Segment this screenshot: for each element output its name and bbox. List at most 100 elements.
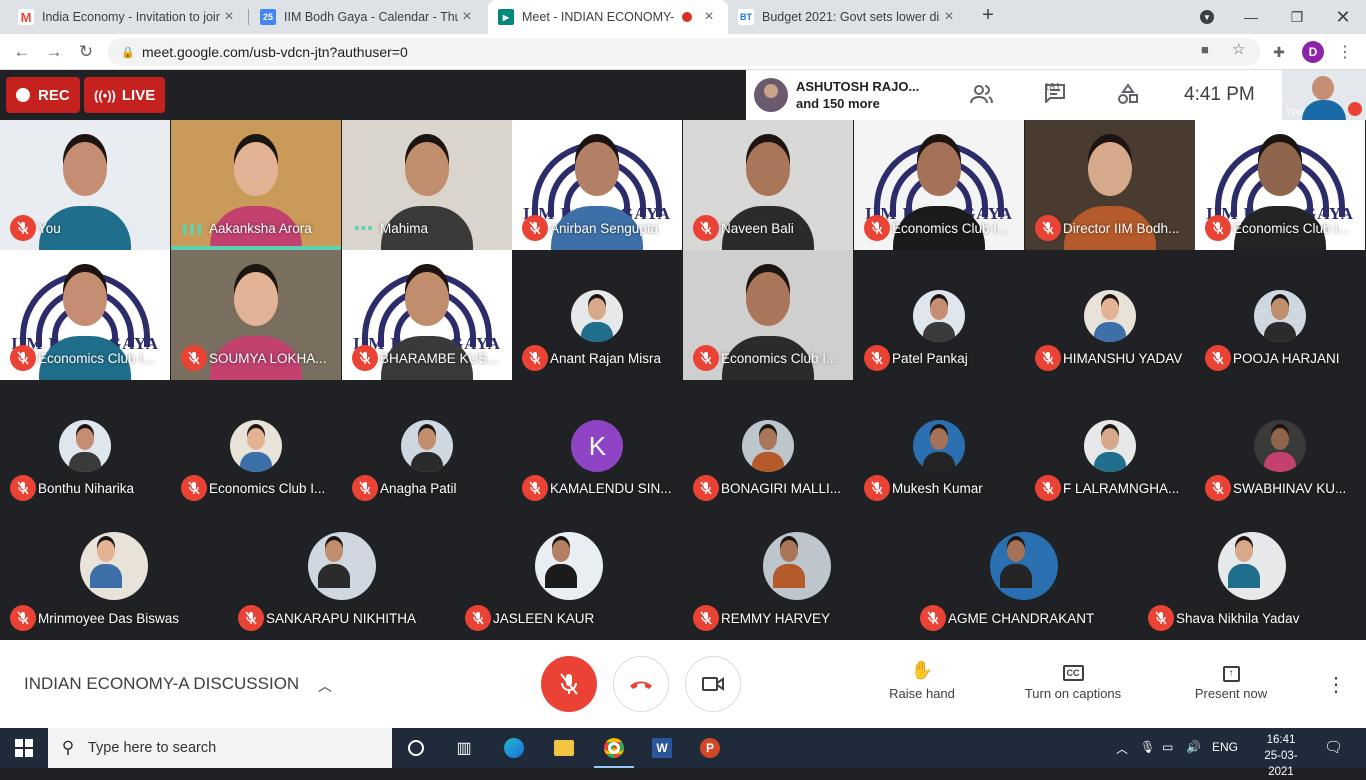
profile-avatar[interactable]: D [1302, 41, 1324, 63]
participant-tile[interactable]: Director IIM Bodh... [1025, 120, 1195, 250]
participant-tile[interactable]: K KAMALENDU SIN... [512, 380, 682, 510]
participant-tile[interactable]: HIMANSHU YADAV [1025, 250, 1195, 380]
tab-search-button[interactable]: ▼ [1184, 0, 1230, 34]
start-button[interactable] [0, 728, 48, 768]
close-tab-icon[interactable]: × [458, 8, 476, 26]
profile-photo-avatar [1254, 420, 1307, 472]
avatar-face [588, 298, 607, 320]
participant-tile[interactable]: Mrinmoyee Das Biswas [0, 510, 227, 640]
notifications-icon[interactable]: 🗨 [1324, 738, 1343, 756]
captions-button[interactable]: CC Turn on captions [1016, 660, 1130, 701]
microphone-toggle-button[interactable] [541, 656, 597, 712]
participant-tile[interactable]: IIM BODH GAYAEconomics Club I... [1195, 120, 1365, 250]
mic-off-icon [693, 215, 719, 241]
cortana-icon[interactable] [404, 736, 428, 760]
present-icon: ↑ [1188, 660, 1274, 686]
participant-tile[interactable]: Anagha Patil [342, 380, 512, 510]
chevron-up-icon[interactable]: ︿ [318, 676, 332, 696]
pinned-presenter[interactable]: ASHUTOSH RAJO... and 150 more [746, 70, 946, 120]
participant-tile[interactable]: Anant Rajan Misra [512, 250, 682, 380]
participant-tile[interactable]: Economics Club I... [171, 380, 341, 510]
camera-toggle-button[interactable] [685, 656, 741, 712]
participant-tile[interactable]: Mahima ••• [342, 120, 512, 250]
participant-tile[interactable]: SWABHINAV KU... [1195, 380, 1365, 510]
tab-budget[interactable]: BT Budget 2021: Govt sets lower dis × [728, 0, 968, 34]
powerpoint-icon[interactable]: P [698, 736, 722, 760]
participant-tile[interactable]: AGME CHANDRAKANT [910, 510, 1137, 640]
taskbar-search-box[interactable]: ⚲ Type here to search [48, 728, 392, 768]
participant-tile[interactable]: Naveen Bali [683, 120, 853, 250]
close-tab-icon[interactable]: × [940, 8, 958, 26]
chrome-icon[interactable] [594, 736, 634, 768]
activities-icon[interactable] [1117, 83, 1139, 111]
present-now-button[interactable]: ↑ Present now [1188, 660, 1274, 701]
participant-tile[interactable]: IIM BODH GAYAEconomics Club I... [854, 120, 1024, 250]
participant-tile[interactable]: IIM BODH GAYAEconomics Club I... [0, 250, 170, 380]
participant-tile[interactable]: IIM BODH GAYABHARAMBE KUS... [342, 250, 512, 380]
volume-icon[interactable]: 🔊 [1186, 740, 1201, 754]
participant-tile[interactable]: POOJA HARJANI [1195, 250, 1365, 380]
close-tab-icon[interactable]: × [220, 8, 238, 26]
close-window-button[interactable]: ✕ [1320, 0, 1366, 34]
close-tab-icon[interactable]: × [700, 8, 718, 26]
forward-button[interactable]: → [42, 40, 66, 64]
participant-tile[interactable]: REMMY HARVEY [683, 510, 910, 640]
browser-menu-icon[interactable]: ⋮ [1334, 41, 1356, 63]
tab-meet[interactable]: ▶ Meet - INDIAN ECONOMY-A × [488, 0, 728, 34]
avatar-body [240, 452, 273, 472]
back-button[interactable]: ← [10, 40, 34, 64]
participant-tile[interactable]: F LALRAMNGHA... [1025, 380, 1195, 510]
restore-button[interactable]: ❐ [1274, 0, 1320, 34]
avatar-face [551, 540, 570, 562]
avatar-face [779, 540, 798, 562]
person-face [63, 272, 107, 326]
self-view-thumbnail[interactable]: You [1282, 70, 1366, 120]
tab-gmail[interactable]: M India Economy - Invitation to join × [8, 0, 248, 34]
participant-tile[interactable]: Economics Club I... [683, 250, 853, 380]
participant-name: F LALRAMNGHA... [1063, 481, 1180, 496]
leave-call-button[interactable] [613, 656, 669, 712]
raise-hand-button[interactable]: ✋ Raise hand [882, 660, 962, 701]
participant-tile[interactable]: SANKARAPU NIKHITHA [228, 510, 455, 640]
new-tab-button[interactable]: + [976, 4, 1000, 27]
address-bar[interactable]: 🔒 meet.google.com/usb-vdcn-jtn?authuser=… [108, 38, 1260, 66]
edge-icon[interactable] [502, 736, 526, 760]
chat-icon[interactable] [1044, 83, 1066, 109]
avatar-face [324, 540, 343, 562]
participant-tile[interactable]: JASLEEN KAUR [455, 510, 682, 640]
participant-tile[interactable]: Aakanksha Arora ▌▌▌ [171, 120, 341, 250]
mic-off-icon [920, 605, 946, 631]
meeting-title[interactable]: INDIAN ECONOMY-A DISCUSSION [24, 674, 299, 694]
chevron-up-icon[interactable]: ︿ [1116, 740, 1128, 757]
participant-tile[interactable]: Bonthu Niharika [0, 380, 170, 510]
camera-in-use-icon[interactable]: ■ [1201, 42, 1209, 57]
profile-photo-avatar [913, 420, 966, 472]
people-icon[interactable] [970, 83, 994, 111]
windows-logo-icon [15, 739, 33, 757]
file-explorer-icon[interactable] [552, 736, 576, 760]
more-options-icon[interactable]: ⋮ [1326, 672, 1346, 697]
participant-tile[interactable]: BONAGIRI MALLI... [683, 380, 853, 510]
system-clock[interactable]: 16:41 25-03-2021 [1258, 732, 1304, 780]
participant-tile[interactable]: Shava Nikhila Yadav [1138, 510, 1365, 640]
mic-off-icon [522, 215, 548, 241]
participant-tile[interactable]: SOUMYA LOKHA... [171, 250, 341, 380]
language-indicator[interactable]: ENG [1212, 740, 1238, 754]
letter-avatar: K [571, 420, 624, 472]
tab-calendar[interactable]: 25 IIM Bodh Gaya - Calendar - Thurs × [250, 0, 486, 34]
minimize-button[interactable]: — [1228, 0, 1274, 34]
hang-up-icon [630, 681, 652, 689]
microphone-tray-icon[interactable]: 🎙 [1140, 740, 1155, 754]
participant-tile[interactable]: Mukesh Kumar [854, 380, 1024, 510]
task-view-icon[interactable]: ▥ [452, 736, 476, 760]
word-icon[interactable]: W [650, 736, 674, 760]
battery-icon[interactable]: ▭ [1162, 740, 1173, 754]
person-face [234, 272, 278, 326]
participant-name: Economics Club I... [38, 351, 155, 366]
reload-button[interactable]: ↻ [74, 40, 98, 64]
participant-tile[interactable]: Patel Pankaj [854, 250, 1024, 380]
participant-tile[interactable]: IIM BODH GAYAAnirban Sengupta [512, 120, 682, 250]
participant-tile[interactable]: You [0, 120, 170, 250]
extensions-icon[interactable]: ✚ [1268, 41, 1290, 63]
bookmark-star-icon[interactable]: ☆ [1232, 40, 1245, 58]
